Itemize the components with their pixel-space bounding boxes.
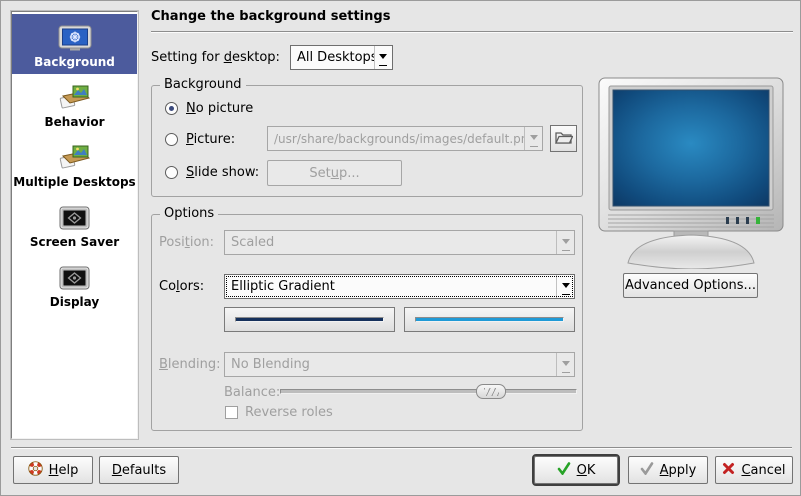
colors-label: Colors: [159,279,204,294]
chevron-down-icon [524,127,542,150]
no-picture-label: No picture [186,101,253,116]
behavior-icon [58,83,92,113]
footer-separator [11,447,792,449]
apply-label: Apply [660,463,697,478]
sidebar-item-multiple-desktops[interactable]: Multiple Desktops [12,134,137,194]
position-label: Position: [159,235,214,250]
balance-label: Balance: [224,385,280,400]
no-picture-radio[interactable]: No picture [165,101,253,116]
background-icon [58,23,92,53]
help-button[interactable]: Help [13,456,93,484]
ok-label: OK [577,463,596,478]
chevron-down-icon [556,275,574,298]
setup-button-label: Setup... [309,166,359,181]
options-group-title: Options [160,206,218,221]
desktop-select-value: All Desktops [291,46,374,69]
background-preview-monitor [598,77,785,273]
reverse-roles-checkbox: Reverse roles [225,405,333,420]
chevron-down-icon [556,353,574,376]
slider-handle [476,384,506,399]
setup-button: Setup... [267,160,402,186]
blending-label: Blending: [159,357,221,372]
balance-slider [280,384,577,399]
colors-combo[interactable]: Elliptic Gradient [224,274,575,299]
advanced-options-button[interactable]: Advanced Options... [623,273,758,298]
kde-background-settings-dialog: Background Behavior [0,0,801,496]
position-value: Scaled [225,231,556,254]
check-icon [557,462,571,479]
help-icon [28,461,43,480]
cancel-label: Cancel [741,463,785,478]
apply-button[interactable]: Apply [628,456,708,484]
ok-button[interactable]: OK [534,456,618,484]
sidebar-item-label: Background [34,55,115,69]
screen-saver-icon [59,203,90,233]
picture-radio[interactable]: Picture: [165,132,235,147]
module-list: Background Behavior [11,11,138,439]
radio-indicator [165,133,178,146]
blending-combo: No Blending [224,352,575,377]
sidebar-item-background[interactable]: Background [12,14,137,74]
position-combo: Scaled [224,230,575,255]
sidebar-item-label: Behavior [44,115,104,129]
picture-path-value: /usr/share/backgrounds/images/default.pn… [268,127,524,150]
chevron-down-icon [556,231,574,254]
browse-folder-button[interactable] [550,125,577,152]
sidebar-item-display[interactable]: Display [12,254,137,314]
checkbox-indicator [225,406,238,419]
picture-label: Picture: [186,132,235,147]
color2-button[interactable] [404,307,575,332]
multiple-desktops-icon [58,143,92,173]
background-group-title: Background [160,77,246,92]
color1-swatch [235,317,384,322]
cancel-button[interactable]: Cancel [715,456,793,484]
grip-icon [484,388,499,396]
picture-path-combo: /usr/share/backgrounds/images/default.pn… [267,126,543,151]
help-label: Help [49,463,79,478]
color2-swatch [415,317,564,322]
sidebar-item-label: Display [50,295,99,309]
advanced-options-label: Advanced Options... [625,278,756,293]
page-title: Change the background settings [151,9,390,24]
background-group: Background No picture Picture: /usr/shar… [151,85,583,197]
radio-indicator [165,166,178,179]
desktop-select[interactable]: All Desktops [290,45,393,70]
blending-value: No Blending [225,353,556,376]
header-separator [151,31,793,33]
options-group: Options Position: Scaled Colors: Ellipti… [151,214,583,431]
chevron-down-icon [374,46,392,69]
sidebar-item-label: Screen Saver [30,235,119,249]
radio-indicator [165,102,178,115]
check-icon [640,462,654,479]
sidebar-item-screen-saver[interactable]: Screen Saver [12,194,137,254]
defaults-label: Defaults [112,463,166,478]
slide-show-radio[interactable]: Slide show: [165,165,259,180]
reverse-roles-label: Reverse roles [245,405,333,420]
close-icon [722,462,735,479]
slider-groove [280,389,577,394]
folder-icon [555,130,573,148]
slide-show-label: Slide show: [186,165,259,180]
color1-button[interactable] [224,307,395,332]
sidebar-item-behavior[interactable]: Behavior [12,74,137,134]
defaults-button[interactable]: Defaults [99,456,179,484]
display-icon [59,263,90,293]
colors-value: Elliptic Gradient [225,275,556,298]
setting-for-desktop-label: Setting for desktop: [151,50,280,65]
sidebar-item-label: Multiple Desktops [13,175,135,189]
